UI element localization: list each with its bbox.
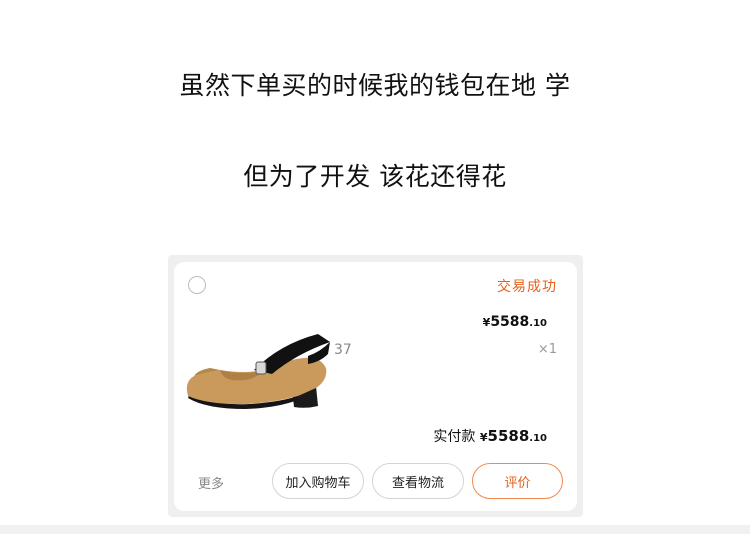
caption-line-2: 但为了开发 该花还得花 bbox=[243, 162, 507, 191]
paid-decimal: .10 bbox=[529, 433, 547, 444]
paid-integer: 5588 bbox=[487, 427, 530, 445]
order-status: 交易成功 bbox=[497, 279, 557, 295]
add-to-cart-button[interactable]: 加入购物车 bbox=[272, 463, 364, 499]
order-card[interactable]: 交易成功 ¥5588.10 ×1 37 实付款 ¥5588.10 更多 加入购物… bbox=[174, 262, 577, 511]
review-button[interactable]: 评价 bbox=[472, 463, 563, 499]
price-integer: 5588 bbox=[490, 314, 530, 330]
paid-label: 实付款 bbox=[433, 429, 476, 445]
order-card-frame: 交易成功 ¥5588.10 ×1 37 实付款 ¥5588.10 更多 加入购物… bbox=[168, 255, 583, 517]
view-logistics-button[interactable]: 查看物流 bbox=[372, 463, 464, 499]
shoe-product-image[interactable] bbox=[180, 312, 340, 422]
more-link[interactable]: 更多 bbox=[198, 473, 224, 492]
paid-amount: 实付款 ¥5588.10 bbox=[433, 426, 547, 446]
paid-currency: ¥ bbox=[479, 431, 488, 444]
item-price: ¥5588.10 bbox=[483, 314, 547, 330]
caption-line-1: 虽然下单买的时候我的钱包在地 学 bbox=[179, 71, 571, 100]
price-decimal: .10 bbox=[529, 318, 547, 329]
select-radio-icon[interactable] bbox=[188, 276, 206, 294]
bottom-divider bbox=[0, 525, 750, 534]
item-quantity: ×1 bbox=[537, 342, 557, 357]
